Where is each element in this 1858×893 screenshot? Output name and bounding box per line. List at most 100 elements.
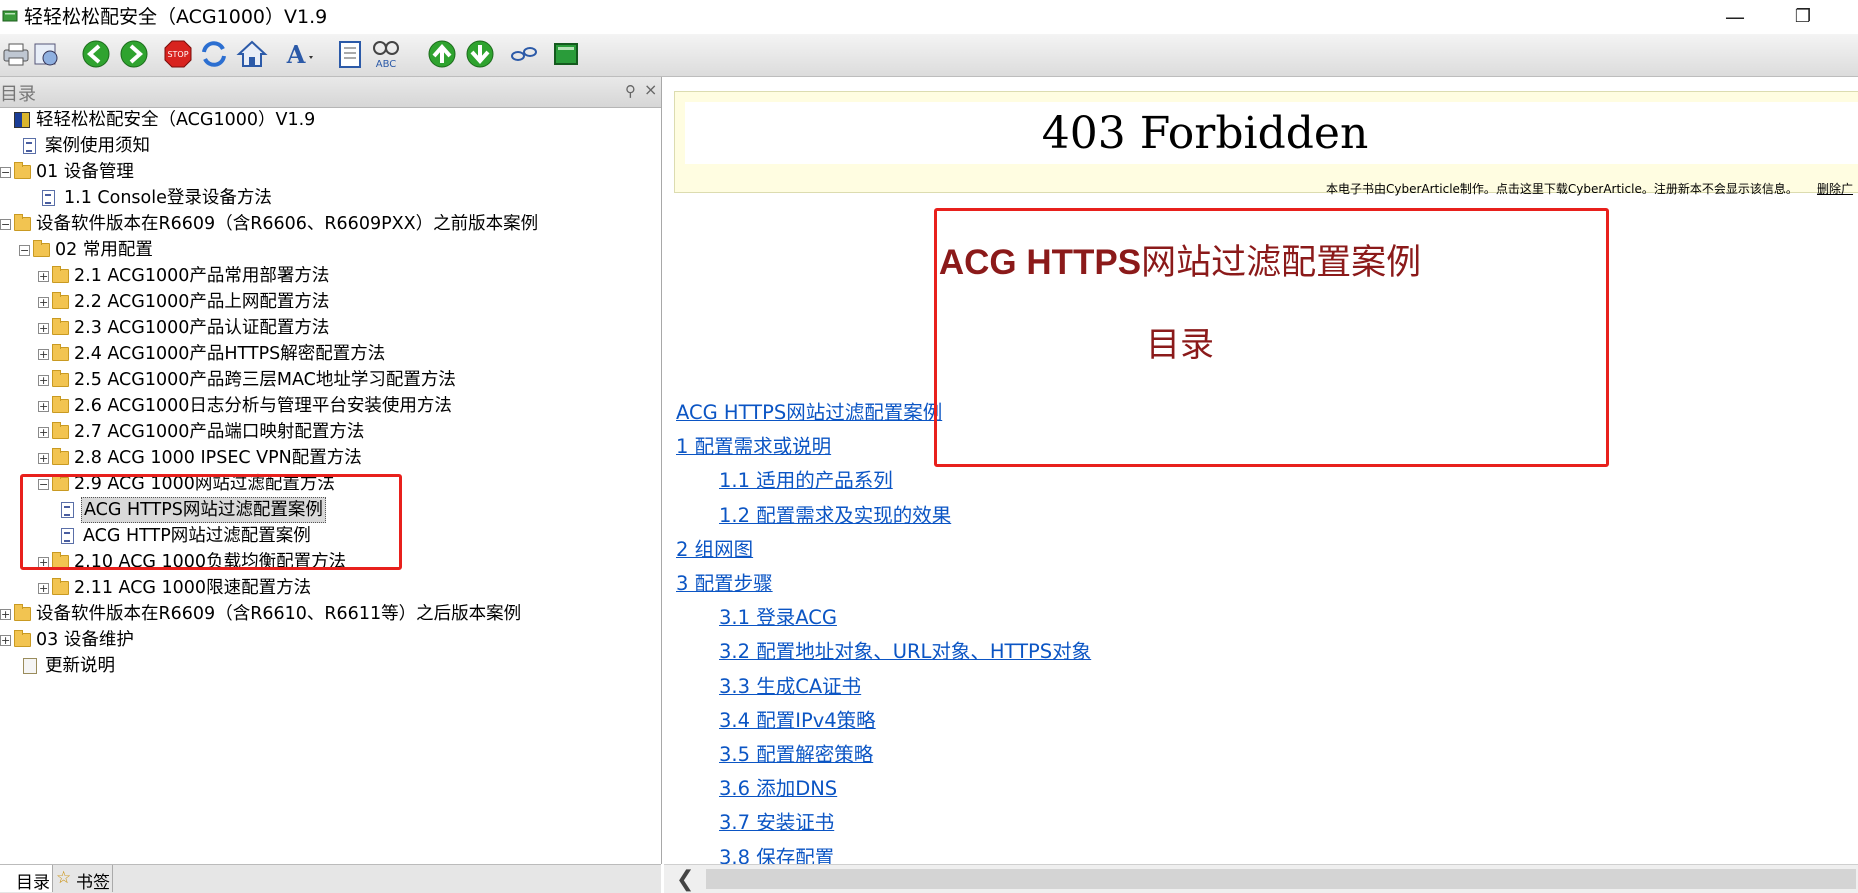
remove-ad-link[interactable]: 删除广 xyxy=(1817,180,1853,197)
tree-node[interactable]: +2.7 ACG1000产品端口映射配置方法 xyxy=(0,419,655,445)
toc-pane: 目录 ⚲ × 轻轻松松配安全（ACG1000）V1.9 案例使用须知 − 01 设备管… xyxy=(0,77,662,864)
tab-toc[interactable]: 目录 xyxy=(0,865,53,893)
toolbar: STOP A ABC xyxy=(0,34,1858,77)
tree-node[interactable]: 更新说明 xyxy=(0,653,655,679)
toc-link[interactable]: 3.3 生成CA证书 xyxy=(719,674,861,700)
document-toc-heading: 目录 xyxy=(1146,325,1214,365)
tree-node[interactable]: 轻轻松松配安全（ACG1000）V1.9 xyxy=(0,107,655,133)
tree-node-label: 03 设备维护 xyxy=(36,630,134,650)
collapse-icon[interactable]: − xyxy=(0,219,11,230)
tree-node-label: 更新说明 xyxy=(45,656,115,676)
toc-link[interactable]: 3.5 配置解密策略 xyxy=(719,742,873,768)
horizontal-scrollbar[interactable]: ❮ xyxy=(664,864,1858,893)
tree-node[interactable]: 案例使用须知 xyxy=(0,133,655,159)
document-title-cn: 网站过滤配置案例 xyxy=(1141,243,1422,282)
tree-node[interactable]: +2.4 ACG1000产品HTTPS解密配置方法 xyxy=(0,341,655,367)
tree-node[interactable]: +03 设备维护 xyxy=(0,627,655,653)
tab-bookmarks[interactable]: ☆ 书签 xyxy=(54,865,113,893)
cyberarticle-notice[interactable]: 本电子书由CyberArticle制作。点击这里下载CyberArticle。注… xyxy=(1326,180,1798,197)
toc-link[interactable]: 1.1 适用的产品系列 xyxy=(719,468,893,494)
toc-link[interactable]: 3.1 登录ACG xyxy=(719,605,837,631)
svg-text:STOP: STOP xyxy=(167,50,188,59)
svg-text:ABC: ABC xyxy=(376,59,397,70)
scroll-left-icon[interactable]: ❮ xyxy=(676,867,694,892)
close-icon[interactable]: × xyxy=(644,80,657,99)
collapse-icon[interactable]: − xyxy=(0,167,11,178)
pin-icon[interactable]: ⚲ xyxy=(625,82,636,100)
content-pane: 403 Forbidden 本电子书由CyberArticle制作。点击这里下载… xyxy=(664,77,1858,864)
window-title: 轻轻松松配安全（ACG1000）V1.9 xyxy=(24,6,328,28)
book-icon[interactable] xyxy=(550,38,582,70)
spell-check-icon[interactable]: ABC xyxy=(370,38,402,70)
toc-link[interactable]: 3.6 添加DNS xyxy=(719,776,837,802)
restore-button[interactable]: ❐ xyxy=(1780,2,1826,32)
tree-node[interactable]: +2.5 ACG1000产品跨三层MAC地址学习配置方法 xyxy=(0,367,655,393)
home-icon[interactable] xyxy=(236,38,268,70)
expand-icon[interactable]: + xyxy=(38,375,49,386)
folder-icon xyxy=(14,214,31,231)
banner-frame: 403 Forbidden xyxy=(685,102,1858,164)
toc-link[interactable]: 1 配置需求或说明 xyxy=(676,434,831,460)
tree-node[interactable]: +2.3 ACG1000产品认证配置方法 xyxy=(0,315,655,341)
toc-link[interactable]: 3 配置步骤 xyxy=(676,571,773,597)
tree-node[interactable]: +2.8 ACG 1000 IPSEC VPN配置方法 xyxy=(0,445,655,471)
tree-node[interactable]: + 设备软件版本在R6609（含R6610、R6611等）之后版本案例 xyxy=(0,601,655,627)
tree-node[interactable]: +2.10 ACG 1000负载均衡配置方法 xyxy=(0,549,655,575)
toc-pane-title: 目录 xyxy=(0,84,36,105)
scroll-thumb[interactable] xyxy=(706,869,1856,889)
toc-link[interactable]: ACG HTTPS网站过滤配置案例 xyxy=(676,400,942,426)
document-title-latin: ACG HTTPS xyxy=(938,243,1142,282)
expand-icon[interactable]: + xyxy=(38,271,49,282)
tree-node[interactable]: +2.11 ACG 1000限速配置方法 xyxy=(0,575,655,601)
tree-node[interactable]: +2.1 ACG1000产品常用部署方法 xyxy=(0,263,655,289)
toc-link[interactable]: 3.4 配置IPv4策略 xyxy=(719,708,876,734)
collapse-icon[interactable]: − xyxy=(38,479,49,490)
collapse-icon[interactable]: − xyxy=(19,245,30,256)
folder-icon xyxy=(52,474,69,491)
toc-pane-header: 目录 ⚲ × xyxy=(0,77,661,108)
expand-icon[interactable]: + xyxy=(38,453,49,464)
tree-node-label: 案例使用须知 xyxy=(45,136,150,156)
tree-node-label: 2.10 ACG 1000负载均衡配置方法 xyxy=(74,552,347,572)
notes-icon[interactable] xyxy=(334,38,366,70)
tree-node[interactable]: − 2.9 ACG 1000网站过滤配置方法 xyxy=(0,471,655,497)
print-icon[interactable] xyxy=(0,38,32,70)
up-icon[interactable] xyxy=(426,38,458,70)
back-icon[interactable] xyxy=(80,38,112,70)
forward-icon[interactable] xyxy=(118,38,150,70)
expand-icon[interactable]: + xyxy=(38,557,49,568)
expand-icon[interactable]: + xyxy=(38,349,49,360)
options-icon[interactable] xyxy=(30,38,62,70)
minimize-button[interactable]: — xyxy=(1712,2,1758,32)
toc-link[interactable]: 3.2 配置地址对象、URL对象、HTTPS对象 xyxy=(719,639,1091,665)
star-icon: ☆ xyxy=(56,868,72,888)
expand-icon[interactable]: + xyxy=(38,401,49,412)
toc-link[interactable]: 3.7 安装证书 xyxy=(719,810,834,836)
toc-link[interactable]: 1.2 配置需求及实现的效果 xyxy=(719,503,951,529)
toc-link[interactable]: 3.8 保存配置 xyxy=(719,845,834,864)
refresh-icon[interactable] xyxy=(198,38,230,70)
tree-node-label: 2.9 ACG 1000网站过滤配置方法 xyxy=(74,474,335,494)
expand-icon[interactable]: + xyxy=(38,323,49,334)
tree-node[interactable]: +2.6 ACG1000日志分析与管理平台安装使用方法 xyxy=(0,393,655,419)
stop-icon[interactable]: STOP xyxy=(162,38,194,70)
expand-icon[interactable]: + xyxy=(38,583,49,594)
tree-node[interactable]: ACG HTTPS网站过滤配置案例 xyxy=(0,497,655,523)
tree-node[interactable]: ACG HTTP网站过滤配置案例 xyxy=(0,523,655,549)
tree-node[interactable]: +2.2 ACG1000产品上网配置方法 xyxy=(0,289,655,315)
expand-icon[interactable]: + xyxy=(38,427,49,438)
toc-link[interactable]: 2 组网图 xyxy=(676,537,753,563)
expand-icon[interactable]: + xyxy=(38,297,49,308)
down-icon[interactable] xyxy=(464,38,496,70)
page-icon xyxy=(61,528,74,544)
link-icon[interactable] xyxy=(508,38,540,70)
tree-node[interactable]: − 01 设备管理 xyxy=(0,159,655,185)
tree-node-label: 2.2 ACG1000产品上网配置方法 xyxy=(74,292,330,312)
tree-node[interactable]: − 02 常用配置 xyxy=(0,237,655,263)
expand-icon[interactable]: + xyxy=(0,635,11,646)
page-icon xyxy=(61,502,74,518)
tree-node[interactable]: 1.1 Console登录设备方法 xyxy=(0,185,655,211)
tree-node[interactable]: − 设备软件版本在R6609（含R6606、R6609PXX）之前版本案例 xyxy=(0,211,655,237)
expand-icon[interactable]: + xyxy=(0,609,11,620)
font-icon[interactable]: A xyxy=(282,38,314,70)
